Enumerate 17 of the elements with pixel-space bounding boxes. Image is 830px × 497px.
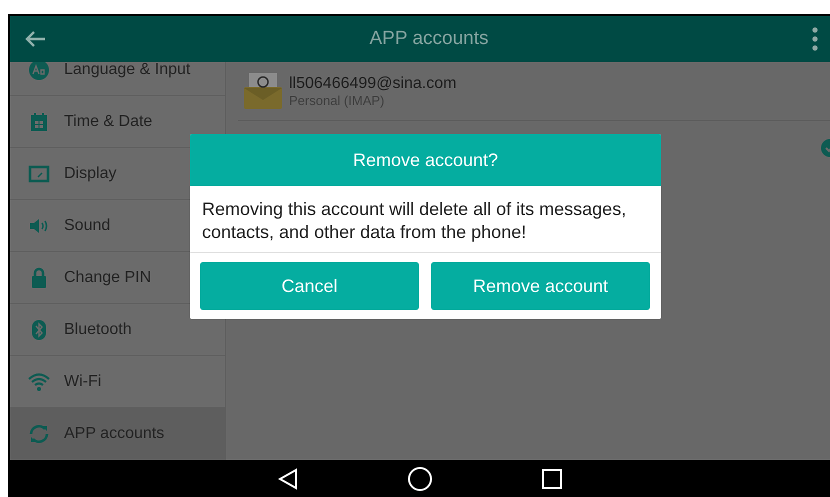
remove-account-button[interactable]: Remove account <box>431 262 650 310</box>
wifi-icon <box>28 370 50 392</box>
account-address: ll506466499@sina.com <box>289 74 456 92</box>
recent-apps-icon[interactable] <box>542 468 562 488</box>
dialog-title: Remove account? <box>190 134 661 186</box>
sidebar-item[interactable]: APP accounts <box>10 408 225 460</box>
back-icon[interactable] <box>278 468 298 490</box>
cancel-button[interactable]: Cancel <box>200 262 419 310</box>
back-arrow-icon[interactable] <box>24 30 46 48</box>
calendar-icon <box>28 110 50 132</box>
home-icon[interactable] <box>408 466 432 490</box>
more-options-icon[interactable] <box>812 27 818 51</box>
dialog-message: Removing this account will delete all of its messages, contacts, and other data from the phone! <box>190 186 661 253</box>
envelope-icon <box>243 71 283 111</box>
sync-icon <box>28 423 50 445</box>
screen-title: APP accounts <box>368 28 490 50</box>
sidebar-item[interactable]: Language & Input <box>10 62 225 96</box>
